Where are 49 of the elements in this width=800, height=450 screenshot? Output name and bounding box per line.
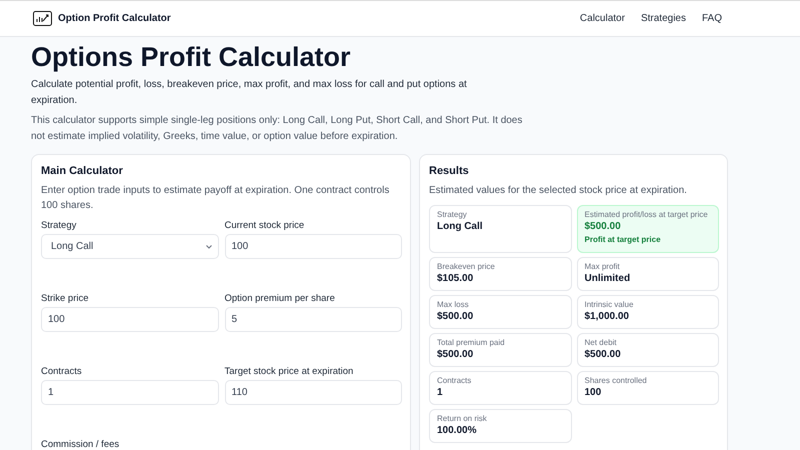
result-label: Max loss <box>437 300 470 309</box>
card-description: Estimated values for the selected stock price at expiration. <box>429 184 688 198</box>
result-label: Strategy <box>437 210 468 219</box>
brand-name[interactable]: Option Profit Calculator <box>58 13 171 24</box>
result-label: Shares controlled <box>584 376 648 385</box>
input-field[interactable]: 1 <box>41 380 218 405</box>
input-field[interactable]: 5 <box>224 307 402 332</box>
card-title: Main Calculator <box>41 165 124 177</box>
field-label: Current stock price <box>224 220 306 231</box>
result-label: Estimated profit/loss at target price <box>584 210 709 219</box>
input-field[interactable]: 110 <box>224 380 402 405</box>
field-label: Option premium per share <box>224 293 336 304</box>
result-value: $500.00 <box>437 311 474 322</box>
nav-link[interactable]: Calculator <box>580 13 625 24</box>
chart-logo-icon <box>33 11 52 26</box>
input-field[interactable]: 100 <box>41 307 218 332</box>
result-value: $1,000.00 <box>584 311 630 322</box>
result-value: 100 <box>584 387 602 398</box>
result-label: Return on risk <box>437 414 488 423</box>
result-label: Net debit <box>584 338 618 347</box>
caret-icon <box>206 244 212 248</box>
scope-note: This calculator supports simple single-leg positions only: Long Call, Long Put, Short Call, and Short Put. It does not estimate implied volatility, Greeks, time value, or option value before expiration. <box>31 114 524 144</box>
result-value: 1 <box>437 387 444 398</box>
intro-text: Calculate potential profit, loss, breakeven price, max profit, and max loss for call and put options at expiration. <box>31 78 468 108</box>
result-value: $105.00 <box>437 273 474 284</box>
field-label: Contracts <box>41 366 83 377</box>
nav-link[interactable]: FAQ <box>702 13 722 24</box>
nav-link[interactable]: Strategies <box>640 13 686 24</box>
result-label: Contracts <box>437 376 472 385</box>
result-value: $500.00 <box>584 221 622 232</box>
result-value: $500.00 <box>584 349 622 360</box>
page-title: Options Profit Calculator <box>31 42 352 73</box>
field-label: Target stock price at expiration <box>224 366 354 377</box>
result-label: Breakeven price <box>437 262 496 271</box>
result-label: Intrinsic value <box>584 300 634 309</box>
card-description: Enter option trade inputs to estimate payoff at expiration. One contract controls 100 shares. <box>41 184 390 213</box>
result-value: Long Call <box>437 221 484 232</box>
result-label: Max profit <box>584 262 621 271</box>
card-title: Results <box>429 165 470 177</box>
result-value: 100.00% <box>437 425 478 436</box>
result-note: Profit at target price <box>584 235 662 244</box>
field-label: Strike price <box>41 293 90 304</box>
select-field[interactable]: Long Call <box>41 234 218 259</box>
result-label: Total premium paid <box>437 338 506 347</box>
result-value: $500.00 <box>437 349 474 360</box>
field-label: Strategy <box>41 220 78 231</box>
input-field[interactable]: 100 <box>224 234 402 259</box>
result-value: Unlimited <box>584 273 632 284</box>
field-label: Commission / fees <box>41 439 120 450</box>
